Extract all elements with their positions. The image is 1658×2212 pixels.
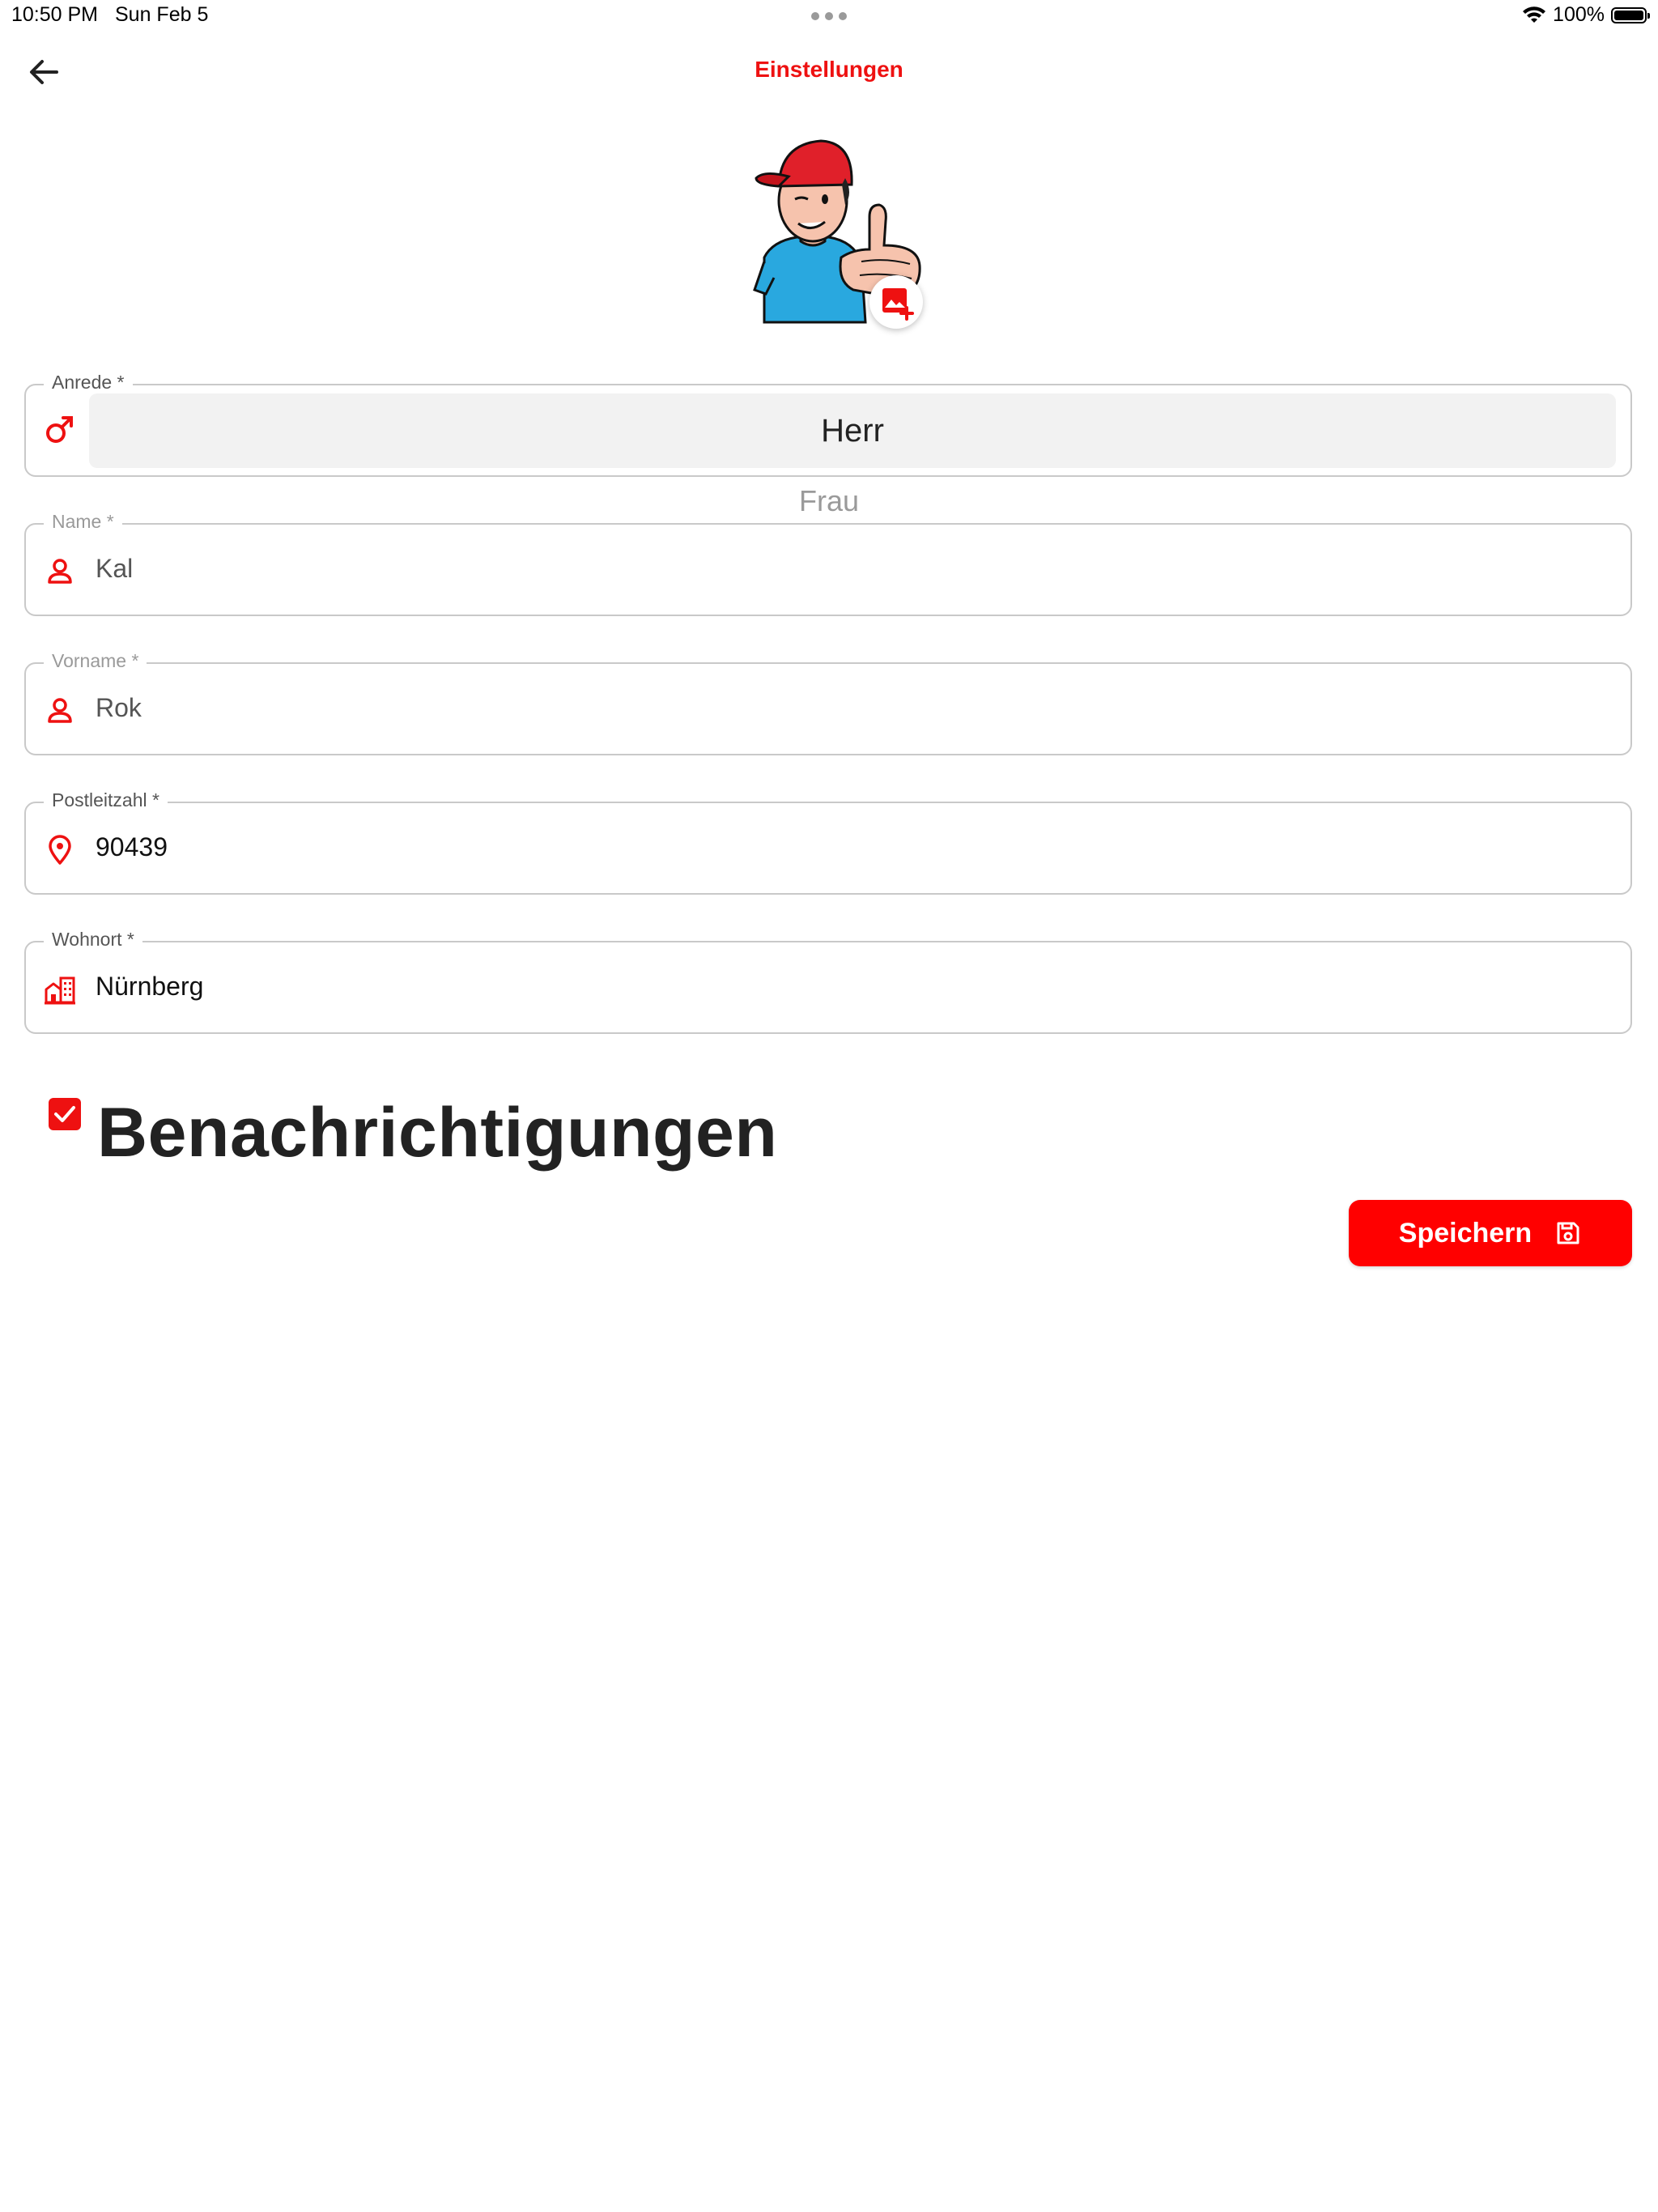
multitasking-dots-icon[interactable]: [810, 0, 848, 24]
anrede-field[interactable]: Anrede * Herr: [24, 372, 1632, 477]
anrede-picker-selected[interactable]: Herr: [89, 393, 1616, 468]
status-bar: 10:50 PM Sun Feb 5 100%: [0, 0, 1658, 36]
postleitzahl-field[interactable]: Postleitzahl * 90439: [24, 789, 1632, 895]
location-pin-icon: [49, 835, 71, 865]
vorname-input[interactable]: Rok: [96, 693, 142, 723]
notifications-label: Benachrichtigungen: [97, 1094, 778, 1172]
postleitzahl-input[interactable]: 90439: [96, 832, 168, 862]
vorname-label: Vorname *: [44, 650, 147, 672]
save-icon: [1557, 1222, 1579, 1244]
person-icon: [48, 559, 72, 584]
battery-icon: [1611, 6, 1650, 23]
name-label: Name *: [44, 511, 122, 533]
checkmark-icon: [54, 1106, 75, 1122]
anrede-picker-option[interactable]: Frau: [0, 484, 1658, 518]
male-icon: [46, 416, 73, 443]
vorname-field[interactable]: Vorname * Rok: [24, 650, 1632, 755]
wohnort-field[interactable]: Wohnort * Nürnberg: [24, 929, 1632, 1034]
postleitzahl-label: Postleitzahl *: [44, 789, 168, 811]
wifi-icon: [1523, 6, 1546, 23]
add-photo-button[interactable]: [869, 275, 923, 329]
page-title: Einstellungen: [755, 57, 903, 82]
status-time: 10:50 PM: [11, 3, 99, 26]
notifications-checkbox[interactable]: [49, 1098, 81, 1130]
add-photo-icon: [882, 288, 914, 321]
anrede-label: Anrede *: [44, 372, 133, 393]
save-button[interactable]: Speichern: [1349, 1200, 1632, 1266]
name-input[interactable]: Kal: [96, 554, 133, 584]
battery-percent: 100%: [1553, 3, 1605, 26]
wohnort-input[interactable]: Nürnberg: [96, 972, 203, 1002]
city-icon: [45, 976, 75, 1005]
status-indicators: 100%: [1522, 3, 1650, 27]
save-button-label: Speichern: [1398, 1217, 1533, 1249]
wohnort-label: Wohnort *: [44, 929, 142, 951]
status-date: Sun Feb 5: [115, 3, 209, 26]
person-icon: [48, 698, 72, 723]
name-field[interactable]: Name * Kal: [24, 511, 1632, 616]
